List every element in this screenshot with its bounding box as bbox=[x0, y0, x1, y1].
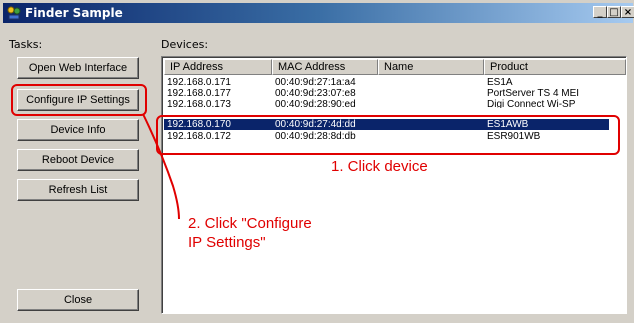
cell-product: ES1A bbox=[487, 77, 513, 88]
tasks-label: Tasks: bbox=[9, 38, 43, 51]
cell-product: PortServer TS 4 MEI bbox=[487, 88, 580, 99]
column-header-ip[interactable]: IP Address bbox=[164, 59, 272, 75]
cell-mac: 00:40:9d:28:90:ed bbox=[275, 99, 356, 108]
annotation-step2-text-line2: IP Settings" bbox=[188, 234, 266, 251]
device-row[interactable]: 192.168.0.177 00:40:9d:23:07:e8 PortServ… bbox=[164, 88, 609, 99]
cell-mac: 00:40:9d:23:07:e8 bbox=[275, 88, 356, 99]
close-window-button[interactable]: × bbox=[621, 6, 634, 18]
minimize-button[interactable]: _ bbox=[593, 6, 607, 18]
column-header-mac[interactable]: MAC Address bbox=[272, 59, 378, 75]
refresh-list-button[interactable]: Refresh List bbox=[17, 179, 139, 201]
devices-label: Devices: bbox=[161, 38, 209, 51]
device-row[interactable]: 192.168.0.173 00:40:9d:28:90:ed Digi Con… bbox=[164, 99, 609, 108]
device-row[interactable]: 192.168.0.171 00:40:9d:27:1a:a4 ES1A bbox=[164, 77, 609, 88]
cell-product: Digi Connect Wi-SP bbox=[487, 99, 576, 108]
title-bar[interactable]: Finder Sample _ □ × bbox=[3, 3, 634, 23]
close-button[interactable]: Close bbox=[17, 289, 139, 311]
annotation-step2-text-line1: 2. Click "Configure bbox=[188, 215, 312, 232]
reboot-device-button[interactable]: Reboot Device bbox=[17, 149, 139, 171]
cell-ip: 192.168.0.171 bbox=[167, 77, 231, 88]
list-header: IP Address MAC Address Name Product bbox=[164, 59, 626, 75]
annotation-step1-text: 1. Click device bbox=[331, 158, 428, 175]
finder-window: Finder Sample _ □ × Tasks: Devices: Open… bbox=[0, 0, 634, 322]
annotation-highlight-device bbox=[156, 115, 620, 155]
annotation-highlight-configure bbox=[11, 84, 147, 116]
cell-mac: 00:40:9d:27:1a:a4 bbox=[275, 77, 356, 88]
column-header-name[interactable]: Name bbox=[378, 59, 484, 75]
device-info-button[interactable]: Device Info bbox=[17, 119, 139, 141]
app-icon bbox=[7, 6, 21, 20]
maximize-button[interactable]: □ bbox=[607, 6, 621, 18]
window-title: Finder Sample bbox=[25, 6, 123, 20]
cell-ip: 192.168.0.177 bbox=[167, 88, 231, 99]
cell-ip: 192.168.0.173 bbox=[167, 99, 231, 108]
devices-list[interactable]: IP Address MAC Address Name Product 192.… bbox=[161, 56, 627, 314]
column-header-product[interactable]: Product bbox=[484, 59, 626, 75]
open-web-interface-button[interactable]: Open Web Interface bbox=[17, 57, 139, 79]
